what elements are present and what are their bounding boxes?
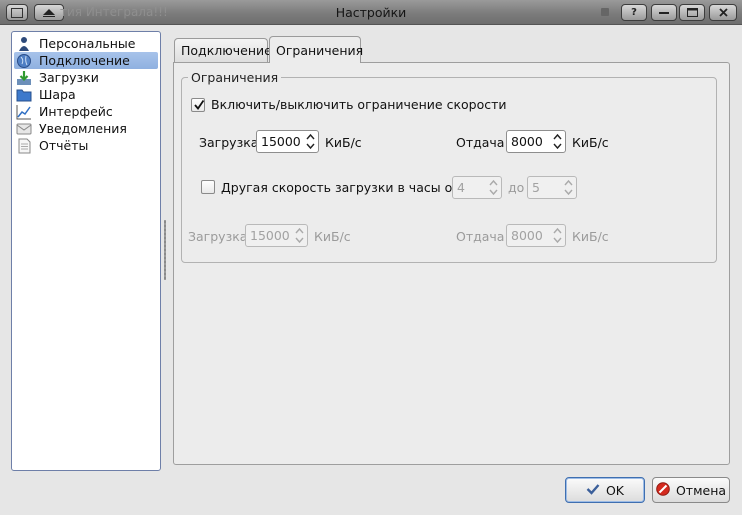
upload-unit: КиБ/с — [572, 135, 609, 150]
ok-label: OK — [605, 482, 625, 498]
spin-arrows-icon — [553, 227, 562, 244]
upload-speed-spinbox[interactable]: 8000 — [506, 130, 566, 153]
ok-button[interactable]: OK — [565, 477, 645, 503]
alt-to-hour-value: 5 — [532, 180, 540, 195]
alt-download-speed-spinbox[interactable]: 15000 — [245, 224, 308, 247]
tab-limits[interactable]: Ограничения — [269, 36, 363, 63]
sidebar-item-share[interactable]: Шара — [14, 86, 158, 103]
sidebar-item-connection[interactable]: Подключение — [14, 52, 158, 69]
alt-upload-unit: КиБ/с — [572, 229, 609, 244]
alt-download-speed-value: 15000 — [250, 228, 290, 243]
splitter-handle[interactable] — [164, 220, 166, 280]
sidebar-item-downloads[interactable]: Загрузки — [14, 69, 158, 86]
minimize-button[interactable] — [651, 4, 677, 21]
sidebar-item-label: Шара — [39, 87, 76, 102]
settings-window: тия Интеграла!!! Настройки ? Персональны… — [0, 0, 742, 515]
download-label: Загрузка — [199, 135, 259, 150]
download-speed-spinbox[interactable]: 15000 — [256, 130, 319, 153]
report-icon — [16, 138, 32, 154]
group-title: Ограничения — [188, 70, 282, 85]
sidebar-item-reports[interactable]: Отчёты — [14, 137, 158, 154]
download-icon — [16, 70, 32, 86]
settings-category-list: Персональные Подключение Загрузки Шара И… — [11, 31, 161, 471]
sidebar-item-label: Персональные — [39, 36, 136, 51]
sidebar-item-label: Уведомления — [39, 121, 127, 136]
enable-limit-checkbox[interactable] — [191, 98, 205, 112]
sidebar-item-label: Подключение — [39, 53, 130, 68]
alt-speed-checkbox[interactable] — [201, 180, 215, 194]
download-speed-value: 15000 — [261, 134, 301, 149]
cancel-button[interactable]: Отмена — [652, 477, 730, 503]
notification-icon — [16, 121, 32, 137]
maximize-icon — [686, 8, 698, 17]
close-icon — [718, 8, 728, 17]
alt-upload-label: Отдача — [456, 229, 505, 244]
alt-download-label: Загрузка — [188, 229, 248, 244]
sidebar-item-label: Загрузки — [39, 70, 99, 85]
sidebar-item-label: Интерфейс — [39, 104, 113, 119]
spin-arrows-icon — [553, 133, 562, 150]
maximize-button[interactable] — [679, 4, 705, 21]
help-button[interactable]: ? — [621, 4, 647, 21]
alt-to-label: до — [508, 180, 525, 195]
alt-from-hour-value: 4 — [457, 180, 465, 195]
spin-arrows-icon — [295, 227, 304, 244]
alt-download-unit: КиБ/с — [314, 229, 351, 244]
title-bar[interactable]: тия Интеграла!!! Настройки ? — [0, 0, 742, 25]
chart-icon — [16, 104, 32, 120]
checkmark-icon — [194, 99, 205, 110]
globe-icon — [16, 53, 32, 69]
alt-to-hour-spinbox[interactable]: 5 — [527, 176, 577, 199]
person-icon — [16, 36, 32, 52]
cancel-icon — [656, 481, 670, 499]
alt-speed-label: Другая скорость загрузки в часы от — [221, 180, 460, 195]
alt-from-hour-spinbox[interactable]: 4 — [452, 176, 502, 199]
download-unit: КиБ/с — [325, 135, 362, 150]
enable-limit-label: Включить/выключить ограничение скорости — [211, 97, 507, 112]
checkmark-icon — [586, 483, 600, 498]
upload-speed-value: 8000 — [511, 134, 543, 149]
spin-arrows-icon — [306, 133, 315, 150]
upload-label: Отдача — [456, 135, 505, 150]
alt-upload-speed-spinbox[interactable]: 8000 — [506, 224, 566, 247]
sidebar-item-personal[interactable]: Персональные — [14, 35, 158, 52]
sidebar-item-notifications[interactable]: Уведомления — [14, 120, 158, 137]
minimize-icon — [659, 11, 669, 14]
close-button[interactable] — [709, 4, 737, 21]
folder-icon — [16, 87, 32, 103]
sidebar-item-interface[interactable]: Интерфейс — [14, 103, 158, 120]
tab-connection[interactable]: Подключение — [174, 38, 272, 62]
sidebar-item-label: Отчёты — [39, 138, 89, 153]
spin-arrows-icon — [489, 179, 498, 196]
alt-upload-speed-value: 8000 — [511, 228, 543, 243]
stray-pixel-icon — [601, 8, 609, 16]
spin-arrows-icon — [564, 179, 573, 196]
cancel-label: Отмена — [675, 482, 727, 498]
